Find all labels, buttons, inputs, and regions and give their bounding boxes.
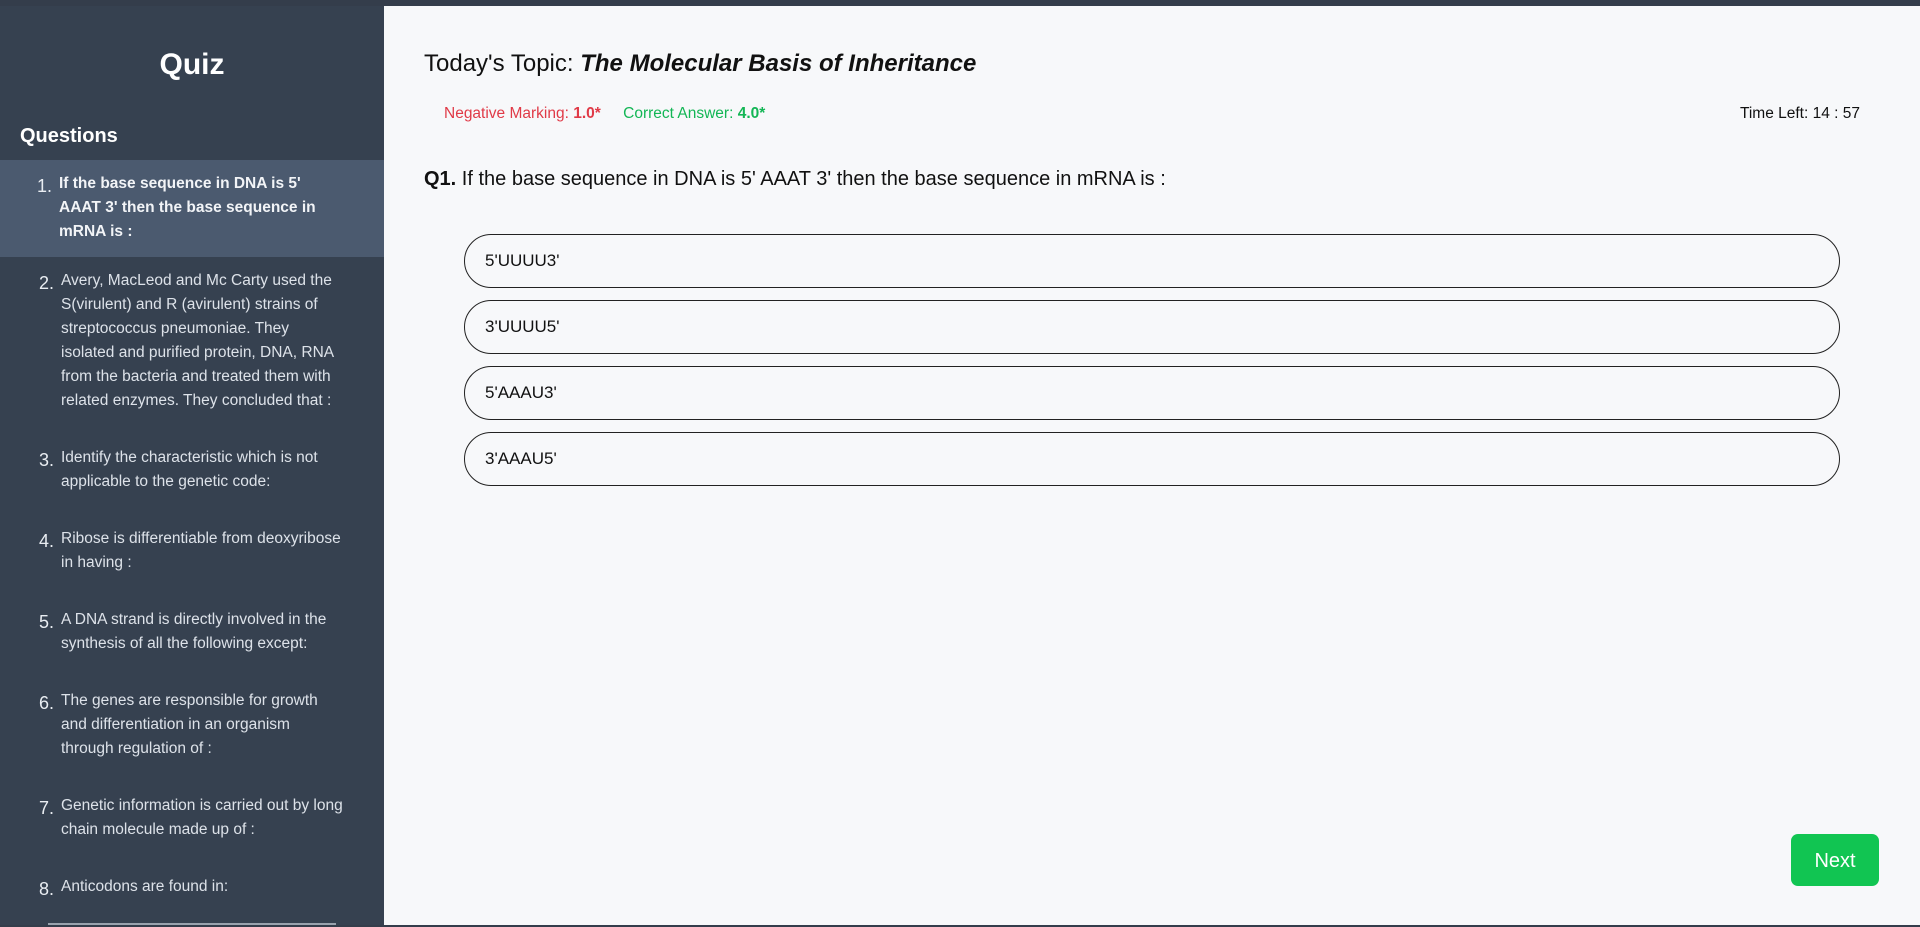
question-list: 1. If the base sequence in DNA is 5' AAA… bbox=[0, 160, 384, 920]
correct-answer-value: 4.0* bbox=[737, 105, 766, 122]
sidebar: Quiz Questions 1. If the base sequence i… bbox=[0, 6, 384, 925]
topic-name: The Molecular Basis of Inheritance bbox=[580, 50, 977, 77]
correct-answer-marks: Correct Answer: 4.0* bbox=[623, 105, 765, 122]
question-number: 2. bbox=[39, 273, 55, 293]
question-preview: Avery, MacLeod and Mc Carty used the S(v… bbox=[61, 272, 334, 409]
negative-marking-label: Negative Marking: bbox=[444, 105, 574, 122]
question-list-item-1[interactable]: 1. If the base sequence in DNA is 5' AAA… bbox=[0, 160, 384, 257]
question-preview: Genetic information is carried out by lo… bbox=[61, 797, 343, 838]
question-number: 5. bbox=[39, 612, 55, 632]
marking-scheme: Negative Marking: 1.0* Correct Answer: 4… bbox=[444, 105, 765, 123]
sidebar-title: Quiz bbox=[159, 48, 225, 81]
option-a[interactable]: 5'UUUU3' bbox=[464, 234, 1840, 288]
question-text: Q1. If the base sequence in DNA is 5' AA… bbox=[424, 168, 1166, 191]
time-left: Time Left: 14 : 57 bbox=[1739, 105, 1860, 122]
question-preview: Identify the characteristic which is not… bbox=[61, 449, 318, 490]
question-preview: A DNA strand is directly involved in the… bbox=[61, 611, 327, 652]
question-preview: If the base sequence in DNA is 5' AAAT 3… bbox=[59, 175, 316, 240]
question-number: 6. bbox=[39, 693, 55, 713]
question-preview: Anticodons are found in: bbox=[61, 878, 229, 895]
topic-heading: Today's Topic: The Molecular Basis of In… bbox=[424, 50, 976, 78]
next-button[interactable]: Next bbox=[1791, 834, 1879, 886]
question-list-item-2[interactable]: 2. Avery, MacLeod and Mc Carty used the … bbox=[0, 257, 384, 434]
correct-answer-label: Correct Answer: bbox=[623, 105, 738, 122]
question-body: If the base sequence in DNA is 5' AAAT 3… bbox=[456, 168, 1166, 190]
quiz-main-panel: Today's Topic: The Molecular Basis of In… bbox=[384, 6, 1920, 925]
question-list-item-8[interactable]: 8. Anticodons are found in: bbox=[0, 863, 384, 920]
question-list-item-6[interactable]: 6. The genes are responsible for growth … bbox=[0, 677, 384, 782]
question-list-item-5[interactable]: 5. A DNA strand is directly involved in … bbox=[0, 596, 384, 677]
answer-options: 5'UUUU3' 3'UUUU5' 5'AAAU3' 3'AAAU5' bbox=[464, 234, 1840, 498]
question-list-item-4[interactable]: 4. Ribose is differentiable from deoxyri… bbox=[0, 515, 384, 596]
question-number-label: Q1. bbox=[424, 168, 457, 190]
question-list-item-7[interactable]: 7. Genetic information is carried out by… bbox=[0, 782, 384, 863]
question-preview: Ribose is differentiable from deoxyribos… bbox=[61, 530, 341, 571]
option-d[interactable]: 3'AAAU5' bbox=[464, 432, 1840, 486]
question-number: 3. bbox=[39, 450, 55, 470]
negative-marking-value: 1.0* bbox=[573, 105, 601, 122]
question-number: 1. bbox=[37, 176, 53, 196]
negative-marking: Negative Marking: 1.0* bbox=[444, 105, 601, 122]
topic-prefix: Today's Topic: bbox=[424, 50, 581, 77]
question-list-item-3[interactable]: 3. Identify the characteristic which is … bbox=[0, 434, 384, 515]
option-b[interactable]: 3'UUUU5' bbox=[464, 300, 1840, 354]
question-number: 8. bbox=[39, 879, 55, 899]
question-number: 4. bbox=[39, 531, 55, 551]
question-preview: The genes are responsible for growth and… bbox=[61, 692, 318, 757]
question-number: 7. bbox=[39, 798, 55, 818]
option-c[interactable]: 5'AAAU3' bbox=[464, 366, 1840, 420]
questions-heading: Questions bbox=[20, 125, 118, 147]
